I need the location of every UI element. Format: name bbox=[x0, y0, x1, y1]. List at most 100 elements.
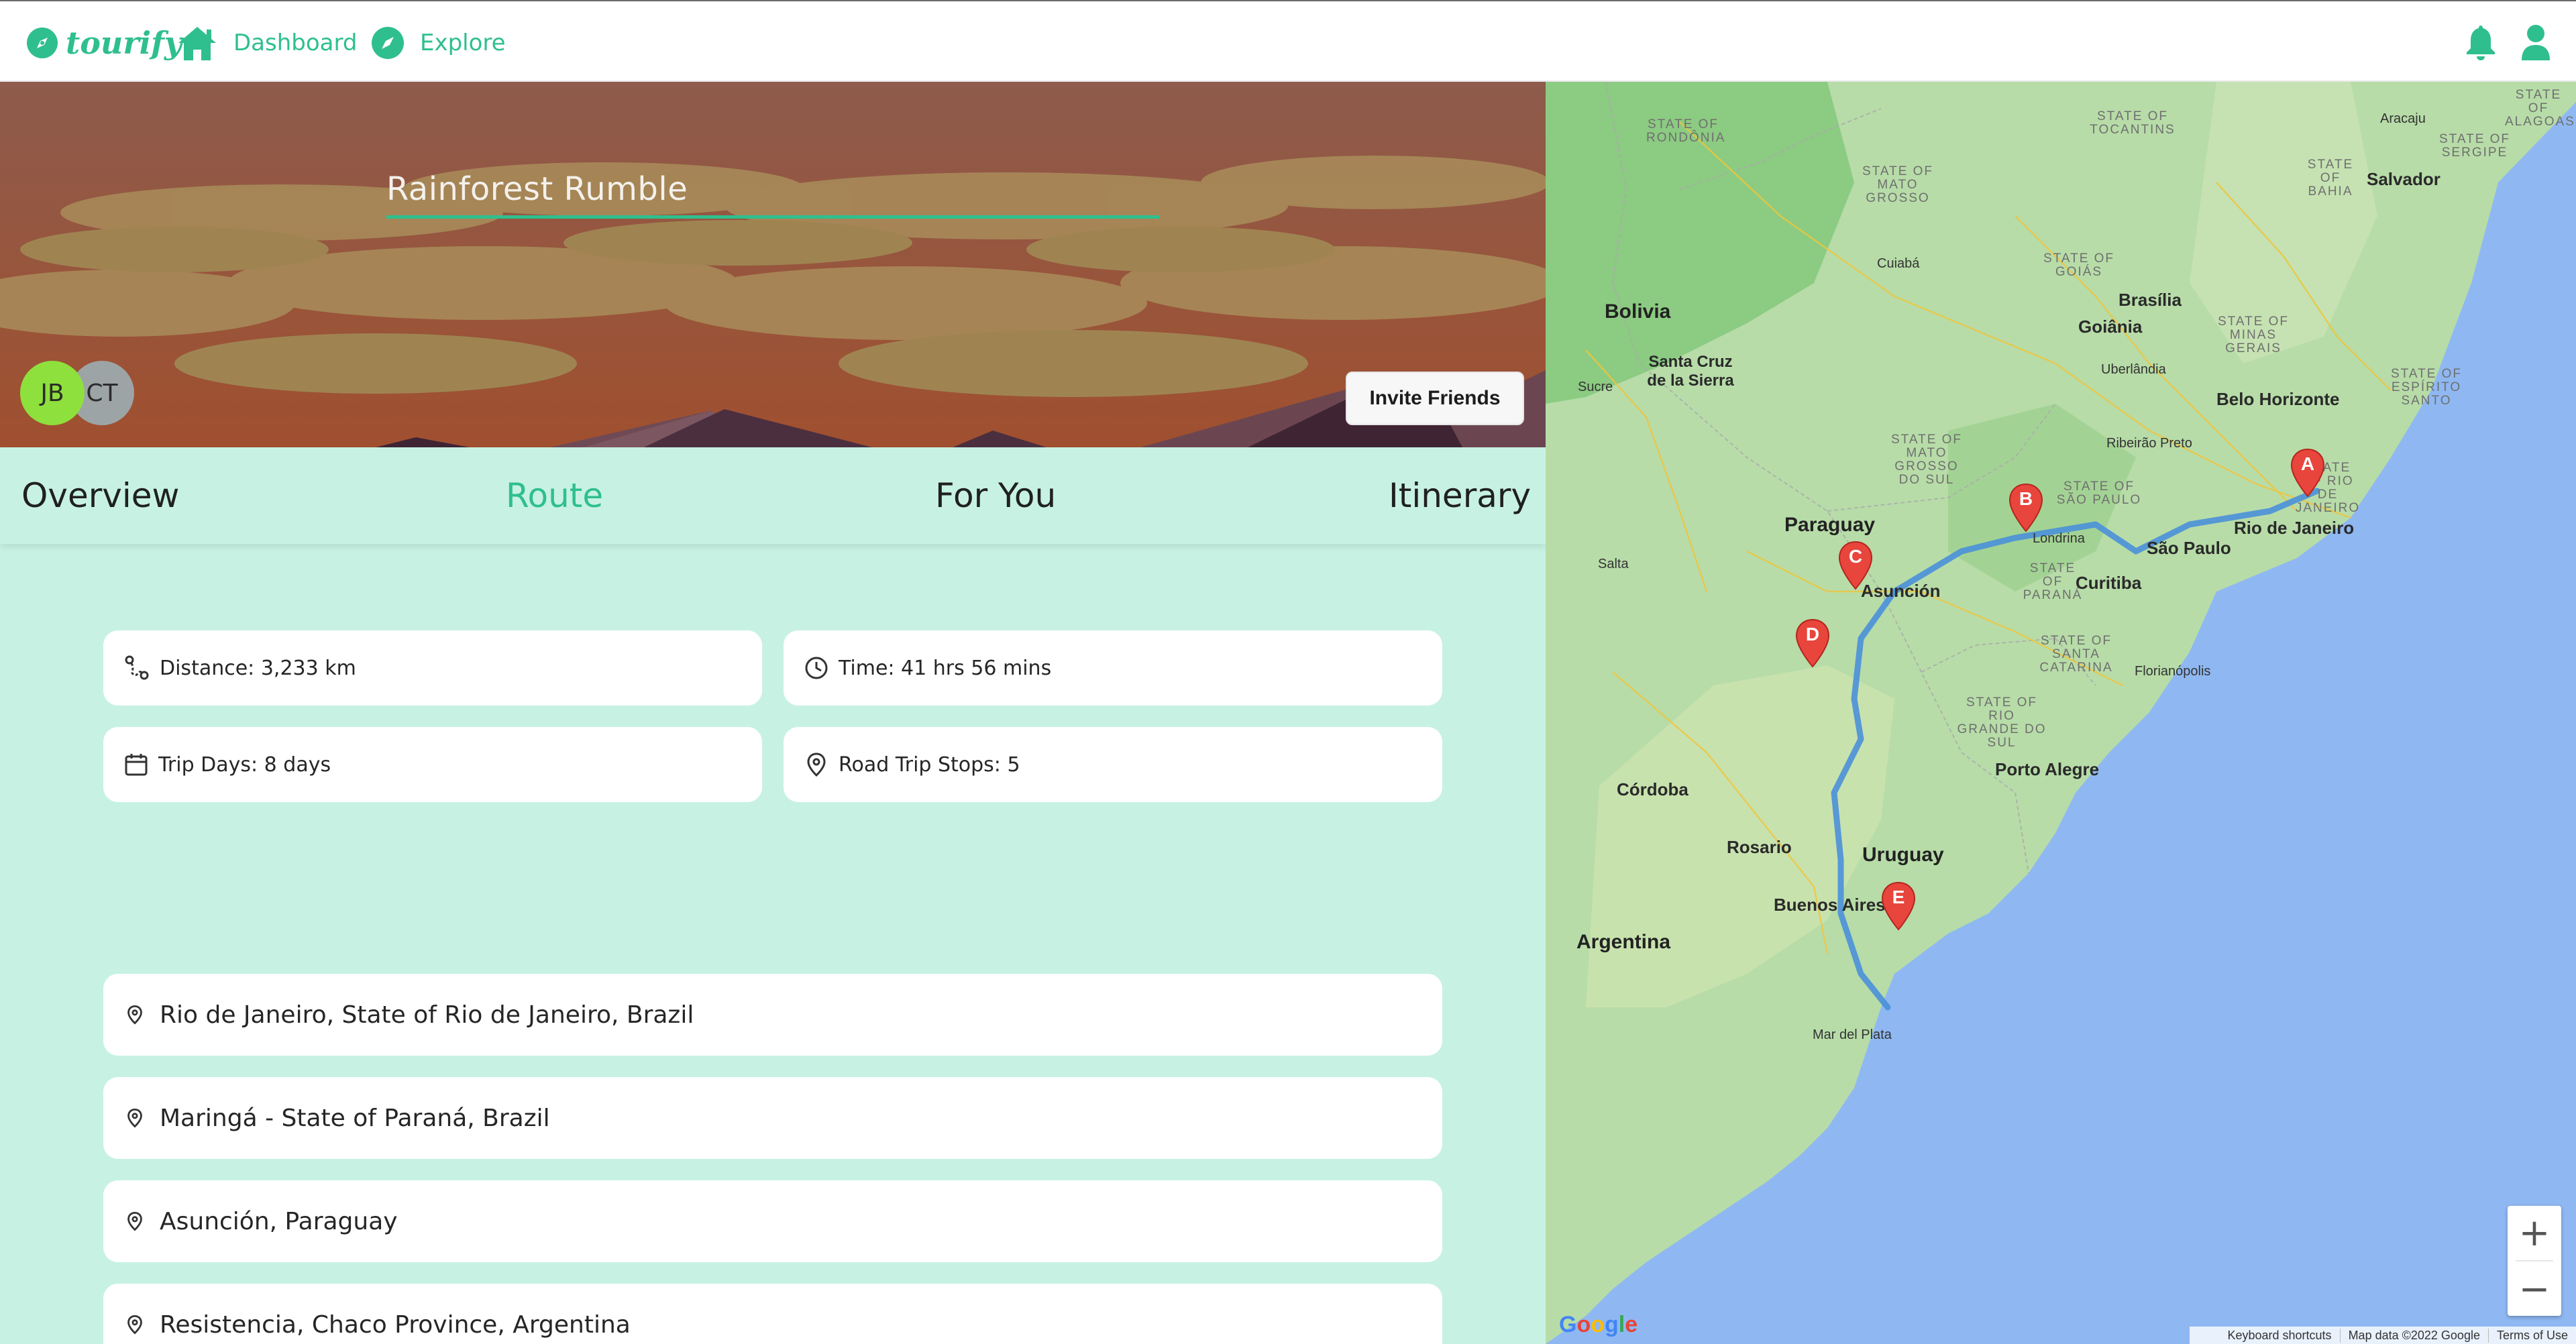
trip-tabs: Overview Route For You Itinerary bbox=[0, 447, 1546, 544]
user-icon bbox=[2522, 25, 2550, 60]
road-trip-stops-card: Road Trip Stops: 5 bbox=[784, 727, 1442, 802]
time-value: Time: 41 hrs 56 mins bbox=[839, 656, 1052, 680]
location-pin-icon bbox=[127, 1314, 142, 1335]
zoom-in-button[interactable]: + bbox=[2508, 1206, 2561, 1259]
marker-label: C bbox=[1848, 546, 1863, 567]
route-stop-item[interactable]: Maringá - State of Paraná, Brazil bbox=[103, 1077, 1442, 1159]
route-marker-d[interactable]: D bbox=[1795, 618, 1830, 668]
marker-label: D bbox=[1805, 624, 1820, 645]
marker-label: A bbox=[2300, 453, 2315, 474]
map-label-city: Brasília bbox=[2118, 290, 2182, 310]
marker-label: E bbox=[1892, 887, 1905, 907]
map-label-place: Ribeirão Preto bbox=[2106, 436, 2192, 451]
tab-overview[interactable]: Overview bbox=[21, 447, 179, 544]
tab-itinerary[interactable]: Itinerary bbox=[1389, 447, 1531, 544]
map-label-city: Rosario bbox=[1727, 837, 1792, 857]
map-label-city: São Paulo bbox=[2147, 538, 2231, 558]
brand-name: tourify bbox=[66, 25, 182, 61]
distance-card: Distance: 3,233 km bbox=[103, 630, 762, 706]
zoom-divider bbox=[2516, 1260, 2553, 1262]
route-marker-c[interactable]: C bbox=[1838, 541, 1873, 590]
brand-logo[interactable]: tourify bbox=[25, 21, 182, 64]
map-label-state: STATE OF MATO GROSSO bbox=[1862, 164, 1934, 205]
clock-icon bbox=[805, 657, 828, 679]
marker-label: B bbox=[2019, 488, 2033, 509]
notifications-button[interactable] bbox=[2462, 21, 2500, 63]
map-label-place: Florianópolis bbox=[2135, 664, 2211, 679]
map-label-state: STATE OF SERGIPE bbox=[2438, 132, 2511, 160]
terms-of-use-link[interactable]: Terms of Use bbox=[2487, 1328, 2576, 1343]
map-label-place: Salta bbox=[1598, 557, 1629, 571]
trip-hero-banner: Rainforest Rumble JB CT Invite Friends bbox=[0, 82, 1546, 447]
map-data-text: Map data ©2022 Google bbox=[2339, 1328, 2488, 1343]
google-logo: Google bbox=[1559, 1312, 1638, 1337]
map-label-city: Buenos Aires bbox=[1774, 895, 1886, 915]
map-label-place: Londrina bbox=[2033, 531, 2085, 546]
route-stop-item[interactable]: Rio de Janeiro, State of Rio de Janeiro,… bbox=[103, 974, 1442, 1056]
nav-dashboard-label: Dashboard bbox=[233, 30, 358, 56]
map-label-city: Goiânia bbox=[2078, 317, 2143, 337]
invite-friends-button[interactable]: Invite Friends bbox=[1346, 372, 1524, 425]
route-icon bbox=[125, 655, 149, 680]
map-label-state: STATE OF RIO GRANDE DO SUL bbox=[1957, 695, 2047, 750]
keyboard-shortcuts-link[interactable]: Keyboard shortcuts bbox=[2219, 1329, 2339, 1343]
map-label-state: STATE OF SANTA CATARINA bbox=[2039, 634, 2113, 675]
title-underline bbox=[386, 215, 1159, 219]
map-label-state: STATE OF MINAS GERAIS bbox=[2217, 315, 2290, 355]
time-card: Time: 41 hrs 56 mins bbox=[784, 630, 1442, 706]
avatar-jb[interactable]: JB bbox=[20, 361, 85, 425]
tab-route[interactable]: Route bbox=[506, 447, 603, 544]
map-label-country: Paraguay bbox=[1784, 514, 1876, 536]
compass-icon bbox=[372, 27, 404, 59]
location-pin-icon bbox=[127, 1211, 142, 1231]
trip-title[interactable]: Rainforest Rumble bbox=[386, 170, 688, 208]
route-stop-label: Asunción, Paraguay bbox=[160, 1207, 398, 1235]
trip-panel: Rainforest Rumble JB CT Invite Friends O… bbox=[0, 82, 1546, 1344]
map-label-state: STATE OF GOIÁS bbox=[2043, 251, 2115, 279]
route-marker-b[interactable]: B bbox=[2008, 483, 2043, 533]
route-marker-a[interactable]: A bbox=[2290, 448, 2325, 498]
map-label-state: STATE OF BAHIA bbox=[2307, 158, 2354, 199]
location-pin-icon bbox=[127, 1005, 142, 1025]
map-label-city: Santa Cruz de la Sierra bbox=[1647, 353, 1734, 390]
route-stop-label: Resistencia, Chaco Province, Argentina bbox=[160, 1310, 631, 1339]
tab-for-you[interactable]: For You bbox=[935, 447, 1056, 544]
route-map[interactable]: Bolivia Paraguay Uruguay Argentina Brasí… bbox=[1546, 82, 2576, 1344]
nav-explore-label: Explore bbox=[420, 30, 506, 56]
bell-icon bbox=[2467, 25, 2495, 60]
trip-days-value: Trip Days: 8 days bbox=[158, 752, 331, 777]
map-label-country: Argentina bbox=[1576, 931, 1671, 953]
route-marker-e[interactable]: E bbox=[1881, 881, 1916, 931]
map-attribution: Keyboard shortcuts Map data ©2022 Google… bbox=[2190, 1327, 2576, 1344]
map-label-place: Sucre bbox=[1578, 380, 1613, 394]
map-label-state: STATE OF ESPÍRITO SANTO bbox=[2390, 367, 2463, 408]
map-label-city: Porto Alegre bbox=[1995, 759, 2100, 779]
map-label-place: Aracaju bbox=[2380, 111, 2426, 126]
route-stop-item[interactable]: Resistencia, Chaco Province, Argentina bbox=[103, 1284, 1442, 1344]
map-label-state: STATE OF MATO GROSSO DO SUL bbox=[1890, 433, 1963, 487]
map-label-city: Salvador bbox=[2367, 169, 2440, 189]
profile-button[interactable] bbox=[2517, 21, 2555, 63]
map-label-place: Mar del Plata bbox=[1813, 1027, 1892, 1042]
map-label-state: STATE OF TOCANTINS bbox=[2090, 109, 2176, 137]
map-label-state: STATE OF ALAGOAS bbox=[2505, 88, 2575, 129]
map-label-country: Uruguay bbox=[1862, 844, 1944, 866]
route-stop-label: Rio de Janeiro, State of Rio de Janeiro,… bbox=[160, 1001, 694, 1029]
map-label-place: Uberlândia bbox=[2101, 362, 2166, 377]
map-label-place: Cuiabá bbox=[1877, 256, 1920, 271]
map-label-state: STATE OF SÃO PAULO bbox=[2056, 480, 2142, 507]
mountain-illustration bbox=[0, 82, 1546, 447]
route-stop-item[interactable]: Asunción, Paraguay bbox=[103, 1180, 1442, 1262]
map-label-city: Belo Horizonte bbox=[2216, 389, 2340, 409]
map-zoom-controls: + − bbox=[2508, 1206, 2561, 1316]
location-pin-icon bbox=[807, 752, 826, 777]
road-trip-stops-value: Road Trip Stops: 5 bbox=[839, 752, 1020, 777]
distance-value: Distance: 3,233 km bbox=[160, 656, 356, 680]
map-label-state: STATE OF RONDÔNIA bbox=[1646, 117, 1726, 145]
map-label-city: Córdoba bbox=[1617, 779, 1688, 799]
nav-explore-link[interactable]: Explore bbox=[370, 21, 506, 64]
zoom-out-button[interactable]: − bbox=[2508, 1262, 2561, 1316]
compass-logo-icon bbox=[27, 27, 58, 58]
nav-dashboard-link[interactable]: Dashboard bbox=[176, 21, 357, 64]
home-icon bbox=[178, 27, 216, 60]
